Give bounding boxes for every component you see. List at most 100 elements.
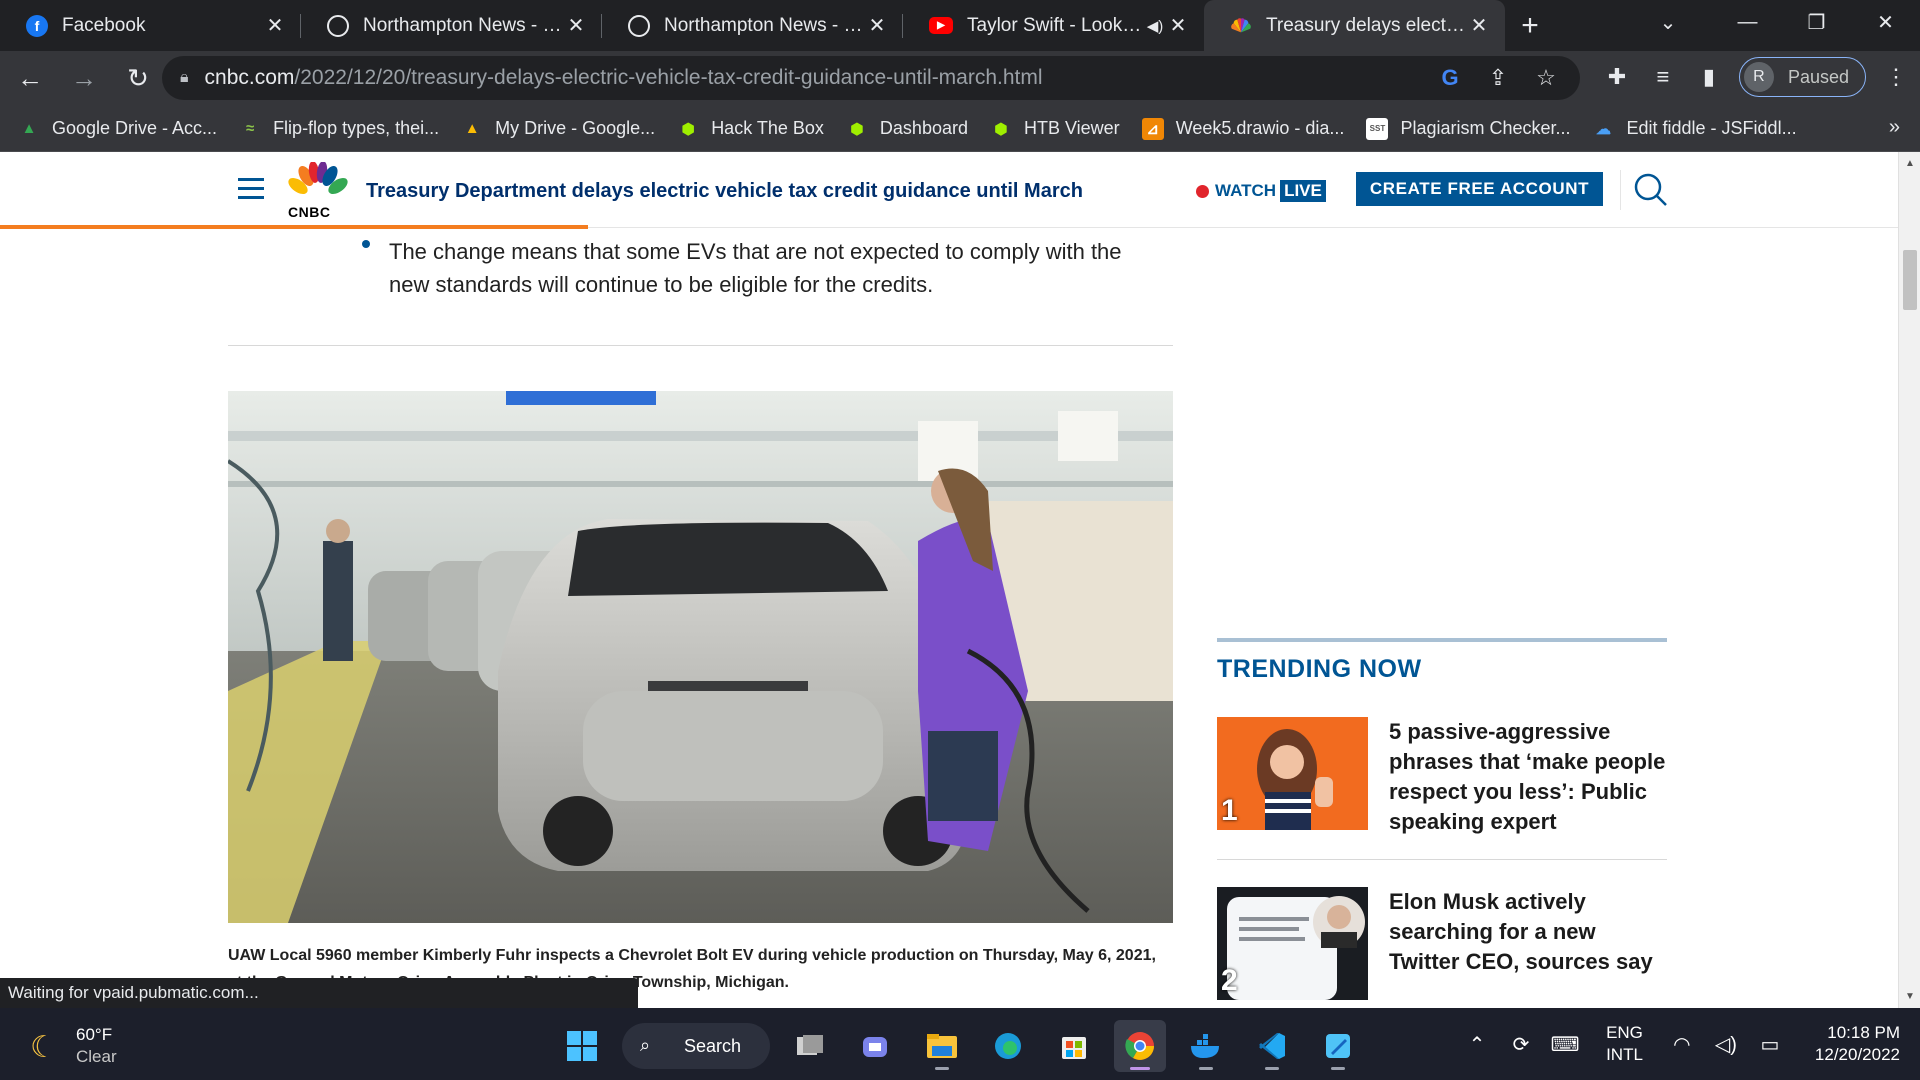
back-icon[interactable]: ← [6,55,54,103]
bookmarks-bar: ▲ Google Drive - Acc... ≈ Flip-flop types,… [0,106,1920,152]
teams-chat-icon[interactable] [850,1020,902,1072]
article-image [228,391,1173,923]
clock[interactable]: 10:18 PM 12/20/2022 [1815,1022,1900,1066]
wifi-icon[interactable]: ◠ [1665,1032,1699,1057]
bookmark-item[interactable]: ▲ Google Drive - Acc... [18,118,218,140]
chrome-icon[interactable] [1114,1020,1166,1072]
google-icon[interactable]: G [1436,64,1464,92]
close-tab-icon[interactable]: ✕ [1467,13,1491,38]
header-headline: Treasury Department delays electric vehi… [366,180,1083,202]
trending-item[interactable]: 1 5 passive-aggressive phrases that ‘mak… [1217,717,1667,867]
reload-icon[interactable]: ↻ [114,55,162,103]
chevron-up-icon[interactable]: ⌃ [1460,1032,1494,1057]
sync-icon[interactable]: ⟳ [1504,1032,1538,1057]
hackthebox-icon: ⬢ [681,120,695,138]
hamburger-menu-icon[interactable] [238,178,264,205]
trending-rule [1217,638,1667,642]
trending-thumbnail[interactable]: 2 [1217,887,1368,1000]
trending-headline[interactable]: Elon Musk actively searching for a new T… [1389,887,1669,977]
system-tray: ⌃ ⟳ ⌨ ENG INTL ◠ ◁) ▭ 10:18 PM 12/20/202… [1460,1008,1920,1080]
volume-icon[interactable]: ◁) [1709,1032,1743,1057]
paint-icon[interactable] [1312,1020,1364,1072]
status-bubble: Waiting for vpaid.pubmatic.com... [0,978,638,1008]
bullet-icon [362,240,370,248]
scroll-up-icon[interactable]: ▲ [1899,158,1920,169]
speaker-icon[interactable]: ◀) [1144,17,1166,35]
close-window-icon[interactable]: ✕ [1851,0,1920,44]
cnbc-logo[interactable]: CNBC [286,161,350,220]
taskbar-search[interactable]: ⌕ Search [622,1023,770,1069]
forward-icon[interactable]: → [60,55,108,103]
address-bar[interactable]: 🔒︎ cnbc.com /2022/12/20/treasury-delays-… [162,56,1580,100]
tab-facebook[interactable]: f Facebook ✕ [0,0,301,51]
edge-icon[interactable] [982,1020,1034,1072]
docker-icon[interactable] [1180,1020,1232,1072]
file-explorer-icon[interactable] [916,1020,968,1072]
menu-kebab-icon[interactable]: ⋮ [1880,61,1912,93]
tab-northampton-2[interactable]: Northampton News - Hom ✕ [602,0,903,51]
minimize-icon[interactable]: — [1713,0,1782,44]
profile-button[interactable]: R Paused [1738,57,1866,97]
create-account-button[interactable]: CREATE FREE ACCOUNT [1356,172,1603,206]
bookmark-item[interactable]: ≈ Flip-flop types, thei... [239,118,439,140]
key-point-text: The change means that some EVs that are … [389,239,1122,297]
task-view-icon[interactable] [784,1020,836,1072]
jsfiddle-icon: ☁ [1596,120,1611,138]
bookmark-item[interactable]: ⊿ Week5.drawio - dia... [1141,117,1344,140]
start-button[interactable] [556,1020,608,1072]
weather-condition: Clear [76,1047,117,1066]
more-bookmarks-icon[interactable]: » [1889,116,1900,139]
site-header: CNBC Treasury Department delays electric… [0,152,1898,229]
bookmark-item[interactable]: ▲ My Drive - Google... [461,118,655,140]
window-controls: ⌄ — ❐ ✕ [1623,0,1920,51]
facebook-icon: f [26,14,48,37]
tab-title: Northampton News - Hom [363,14,564,36]
vscode-icon[interactable] [1246,1020,1298,1072]
tab-strip: f Facebook ✕ Northampton News - Hom ✕ No… [0,0,1920,51]
trending-item[interactable]: 2 Elon Musk actively searching for a new… [1217,887,1667,1008]
bookmark-item[interactable]: SST Plagiarism Checker... [1366,117,1571,140]
keyboard-icon[interactable]: ⌨ [1548,1032,1582,1057]
search-icon[interactable] [1633,172,1669,208]
side-panel-icon[interactable]: ▮ [1693,61,1725,93]
tab-youtube[interactable]: ▶ Taylor Swift - Look W ◀) ✕ [903,0,1204,51]
extensions-icon[interactable]: ✚ [1601,61,1633,93]
close-tab-icon[interactable]: ✕ [263,13,287,38]
battery-icon[interactable]: ▭ [1753,1032,1787,1057]
bookmark-item[interactable]: ⬢ Hack The Box [677,118,824,140]
page-scrollbar[interactable]: ▲ ▼ [1898,152,1920,1008]
url-path: /2022/12/20/treasury-delays-electric-veh… [294,66,1043,89]
google-drive-icon: ▲ [21,120,37,137]
scroll-down-icon[interactable]: ▼ [1899,991,1920,1002]
bookmark-item[interactable]: ⬢ HTB Viewer [990,118,1119,140]
tab-title: Northampton News - Hom [664,14,865,36]
microsoft-store-icon[interactable] [1048,1020,1100,1072]
temperature: 60°F [76,1025,113,1044]
trending-title: TRENDING NOW [1217,655,1422,683]
browser-toolbar: ← → ↻ 🔒︎ cnbc.com /2022/12/20/treasury-d… [0,51,1920,106]
tab-search-icon[interactable]: ⌄ [1623,0,1713,44]
close-tab-icon[interactable]: ✕ [564,13,588,38]
close-tab-icon[interactable]: ✕ [1166,13,1190,38]
restore-icon[interactable]: ❐ [1782,0,1851,44]
tab-cnbc[interactable]: Treasury delays electric ve ✕ [1204,0,1505,51]
scroll-thumb[interactable] [1903,250,1917,310]
media-control-icon[interactable]: ≡ [1647,61,1679,93]
trending-thumbnail[interactable]: 1 [1217,717,1368,830]
language-indicator[interactable]: ENG INTL [1606,1022,1643,1066]
tab-northampton-1[interactable]: Northampton News - Hom ✕ [301,0,602,51]
bookmark-star-icon[interactable]: ☆ [1532,64,1560,92]
close-tab-icon[interactable]: ✕ [865,13,889,38]
bookmark-item[interactable]: ☁ Edit fiddle - JSFiddl... [1593,118,1797,140]
bookmark-item[interactable]: ⬢ Dashboard [846,118,968,140]
drawio-icon: ⊿ [1141,117,1164,140]
weather-widget[interactable]: ☾ 60°F Clear [30,1024,117,1068]
new-tab-button[interactable]: + [1505,0,1555,51]
logo-text: CNBC [288,204,331,220]
trending-headline[interactable]: 5 passive-aggressive phrases that ‘make … [1389,717,1669,837]
hackthebox-icon: ⬢ [994,120,1008,138]
url-host: cnbc.com [204,66,295,89]
lock-icon[interactable]: 🔒︎ [180,69,189,87]
share-icon[interactable]: ⇪ [1484,64,1512,92]
watch-live-button[interactable]: WATCH LIVE [1196,180,1326,202]
